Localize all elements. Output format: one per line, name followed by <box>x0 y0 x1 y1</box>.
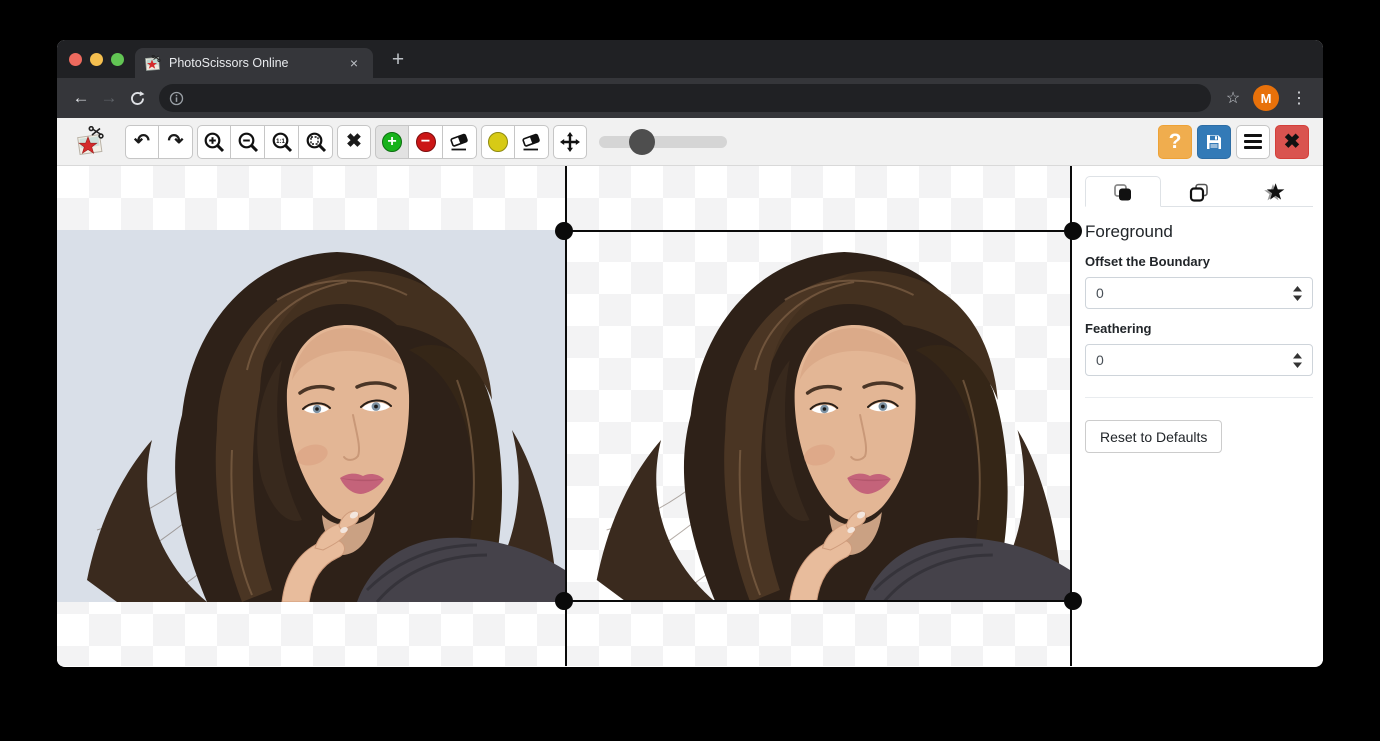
brush-size-slider[interactable] <box>599 136 727 148</box>
help-icon: ? <box>1169 130 1182 154</box>
photoscissors-logo <box>75 126 105 158</box>
undo-button[interactable]: ↶ <box>125 125 159 159</box>
help-button[interactable]: ? <box>1158 125 1192 159</box>
window-controls <box>69 53 124 66</box>
settings-sidebar: Foreground Offset the Boundary 0 Feather… <box>1072 166 1323 666</box>
browser-menu-icon[interactable]: ⋮ <box>1285 84 1313 112</box>
bookmark-star-icon[interactable]: ☆ <box>1219 84 1247 112</box>
profile-avatar[interactable]: M <box>1253 85 1279 111</box>
boundary-handle-top-right[interactable] <box>1064 222 1082 240</box>
blur-marker-button[interactable] <box>481 125 515 159</box>
svg-text:1:1: 1:1 <box>276 138 285 144</box>
clear-markers-icon: ✖ <box>346 130 362 153</box>
layers-filled-icon <box>1112 181 1134 203</box>
app-menu-button[interactable] <box>1236 125 1270 159</box>
marker-eraser-button[interactable] <box>443 125 477 159</box>
tab-title: PhotoScissors Online <box>169 56 345 70</box>
tab-favorites[interactable] <box>1237 176 1313 207</box>
tab-foreground[interactable] <box>1085 176 1161 207</box>
feathering-value: 0 <box>1096 352 1104 368</box>
history-group: ↶ ↷ <box>125 125 193 159</box>
offset-boundary-value: 0 <box>1096 285 1104 301</box>
zoom-group: 1:1 <box>197 125 333 159</box>
zoom-actual-icon: 1:1 <box>271 131 293 153</box>
foreground-marker-button[interactable]: + <box>375 125 409 159</box>
original-portrait-image <box>57 230 565 602</box>
foreground-marker-icon: + <box>382 132 402 152</box>
zoom-actual-button[interactable]: 1:1 <box>265 125 299 159</box>
move-icon <box>560 132 580 152</box>
new-tab-button[interactable]: + <box>385 47 411 73</box>
reload-icon[interactable] <box>123 84 151 112</box>
browser-tab[interactable]: PhotoScissors Online × <box>135 48 373 78</box>
close-window-button[interactable] <box>69 53 82 66</box>
offset-boundary-select[interactable]: 0 <box>1085 277 1313 309</box>
boundary-handle-bottom-left[interactable] <box>555 592 573 610</box>
zoom-in-icon <box>203 131 225 153</box>
eraser-icon <box>521 131 542 152</box>
info-icon[interactable] <box>169 91 184 106</box>
workspace: Foreground Offset the Boundary 0 Feather… <box>57 166 1323 666</box>
sidebar-tabs <box>1085 176 1313 207</box>
tab-close-icon[interactable]: × <box>345 54 363 72</box>
clear-markers-button[interactable]: ✖ <box>337 125 371 159</box>
reset-defaults-button[interactable]: Reset to Defaults <box>1085 420 1222 453</box>
browser-tab-strip: PhotoScissors Online × + <box>57 40 1323 78</box>
zoom-fit-button[interactable] <box>299 125 333 159</box>
save-button[interactable] <box>1197 125 1231 159</box>
redo-icon: ↷ <box>168 130 184 153</box>
feathering-label: Feathering <box>1085 321 1313 336</box>
app-toolbar: ↶ ↷ <box>57 118 1323 166</box>
close-image-icon: ✖ <box>1284 129 1301 154</box>
panel-heading: Foreground <box>1085 222 1313 242</box>
blur-eraser-button[interactable] <box>515 125 549 159</box>
marker-group: + − <box>375 125 477 159</box>
zoom-fit-icon <box>305 131 327 153</box>
blur-group <box>481 125 549 159</box>
boundary-box <box>565 230 1072 602</box>
result-image-panel[interactable] <box>565 166 1072 666</box>
favicon-photoscissors-icon <box>145 55 161 71</box>
zoom-out-button[interactable] <box>231 125 265 159</box>
brush-size-slider-knob[interactable] <box>629 129 655 155</box>
browser-window: PhotoScissors Online × + ← → ☆ M ⋮ <box>57 40 1323 667</box>
zoom-out-icon <box>237 131 259 153</box>
hamburger-icon <box>1244 134 1262 137</box>
maximize-window-button[interactable] <box>111 53 124 66</box>
redo-button[interactable]: ↷ <box>159 125 193 159</box>
background-marker-button[interactable]: − <box>409 125 443 159</box>
move-tool-button[interactable] <box>553 125 587 159</box>
minimize-window-button[interactable] <box>90 53 103 66</box>
eraser-icon <box>449 131 470 152</box>
boundary-handle-bottom-right[interactable] <box>1064 592 1082 610</box>
save-floppy-icon <box>1204 132 1224 152</box>
offset-boundary-label: Offset the Boundary <box>1085 254 1313 269</box>
zoom-in-button[interactable] <box>197 125 231 159</box>
address-bar[interactable] <box>159 84 1211 112</box>
original-image-panel[interactable] <box>57 166 565 666</box>
layers-outline-icon <box>1188 181 1210 203</box>
boundary-handle-top-left[interactable] <box>555 222 573 240</box>
background-marker-icon: − <box>416 132 436 152</box>
feathering-select[interactable]: 0 <box>1085 344 1313 376</box>
spinner-arrows-icon[interactable] <box>1293 353 1302 368</box>
browser-navbar: ← → ☆ M ⋮ <box>57 78 1323 118</box>
back-icon[interactable]: ← <box>67 84 95 112</box>
tab-layers[interactable] <box>1161 176 1237 207</box>
close-image-button[interactable]: ✖ <box>1275 125 1309 159</box>
blur-marker-icon <box>488 132 508 152</box>
spinner-arrows-icon[interactable] <box>1293 286 1302 301</box>
sidebar-divider <box>1085 397 1313 398</box>
forward-icon[interactable]: → <box>95 84 123 112</box>
undo-icon: ↶ <box>134 130 150 153</box>
star-icon <box>1263 180 1287 204</box>
